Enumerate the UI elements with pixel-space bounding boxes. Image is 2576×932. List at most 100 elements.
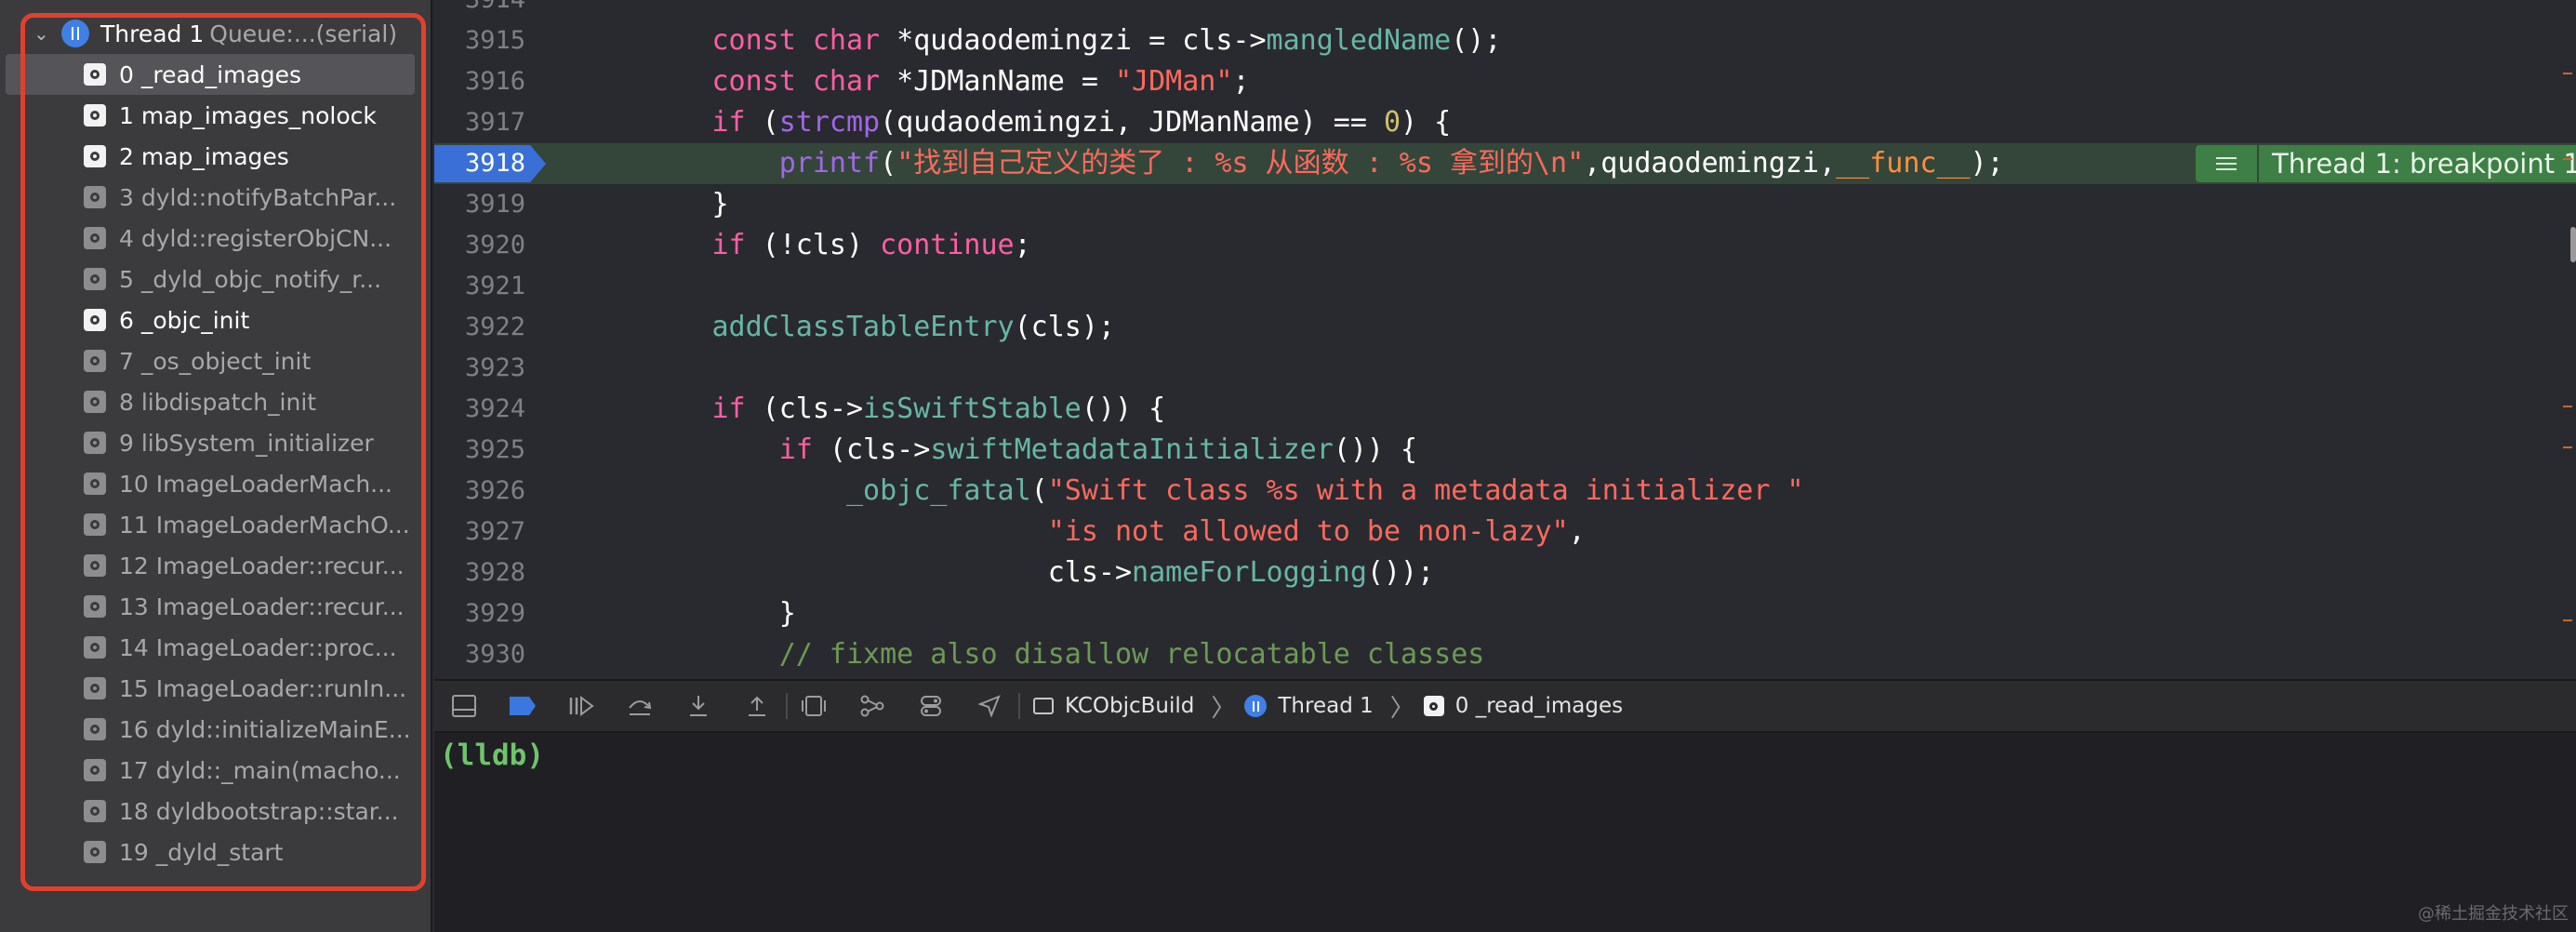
stack-frame-row[interactable]: 13 ImageLoader::recur... [0,586,417,627]
stack-frame-row[interactable]: 16 dyld::initializeMainE... [0,709,417,750]
code-line[interactable]: 3922 addClassTableEntry(cls); [434,307,2576,348]
change-marker [2563,158,2572,160]
source-editor[interactable]: 3914 3915 const char *qudaodemingzi = cl… [434,0,2576,679]
stack-frame-row[interactable]: 1 map_images_nolock [0,95,417,136]
thread-row[interactable]: ⌄ Thread 1 Queue:...(serial) [26,13,417,54]
breadcrumb-frame[interactable]: 0 _read_images [1423,694,1623,718]
stack-frame-row[interactable]: 19 _dyld_start [0,832,417,872]
breadcrumb-thread[interactable]: Thread 1 [1244,694,1374,718]
stack-frame-row[interactable]: 18 dyldbootstrap::star... [0,791,417,832]
step-out-icon[interactable] [744,693,770,719]
code-line[interactable]: 3923 [434,348,2576,389]
stack-frame-row[interactable]: 7 _os_object_init [0,340,417,381]
code-line[interactable]: 3929 } [434,593,2576,634]
code-token: char [812,65,881,98]
hide-debug-area-icon[interactable] [451,693,477,719]
breadcrumb-separator-icon: 〉 [1389,694,1414,723]
code-text: if (strcmp(qudaodemingzi, JDManName) == … [578,102,1452,143]
debug-navigator: ⌄ Thread 1 Queue:...(serial) 0 _read_ima… [0,0,432,932]
code-text: printf("找到自己定义的类了 : %s 从函数 : %s 拿到的\n",q… [578,143,2004,184]
stack-frame-label: 14 ImageLoader::proc... [119,633,397,661]
stack-frame-row[interactable]: 12 ImageLoader::recur... [0,545,417,586]
code-text: const char *qudaodemingzi = cls->mangled… [578,20,1502,61]
code-line[interactable]: 3917 if (strcmp(qudaodemingzi, JDManName… [434,102,2576,143]
stack-frame-row[interactable]: 9 libSystem_initializer [0,422,417,463]
stack-frame-row[interactable]: 6 _objc_init [0,300,417,340]
stack-frame-icon [84,473,106,495]
stack-frame-label: 12 ImageLoader::recur... [119,552,405,579]
code-line[interactable]: 3920 if (!cls) continue; [434,225,2576,266]
chevron-down-icon[interactable]: ⌄ [33,24,49,43]
stack-frame-row[interactable]: 3 dyld::notifyBatchPar... [0,177,417,218]
breakpoint-annotation: Thread 1: breakpoint 1... [2259,145,2576,182]
code-token: ) { [1401,106,1452,139]
stack-frame-label: 9 libSystem_initializer [119,429,374,457]
menu-lines-icon[interactable] [2196,145,2257,182]
view-hierarchy-icon[interactable] [801,693,827,719]
stack-frame-row[interactable]: 0 _read_images [6,54,415,95]
code-token: "JDMan" [1115,65,1233,98]
code-line[interactable]: 3928 cls->nameForLogging()); [434,553,2576,593]
code-token: ,qudaodemingzi, [1584,147,1837,180]
stack-frame-row[interactable]: 17 dyld::_main(macho... [0,750,417,791]
lldb-prompt: (lldb) [440,739,544,772]
code-token: (cls); [1014,311,1115,343]
code-text: _objc_fatal("Swift class %s with a metad… [578,471,1804,512]
code-text: if (cls->swiftMetadataInitializer()) { [578,430,1417,471]
memory-graph-icon[interactable] [859,693,885,719]
stack-frame-row[interactable]: 15 ImageLoader::runIn... [0,668,417,709]
breadcrumb-project[interactable]: KCObjcBuild [1033,694,1194,718]
lldb-console[interactable]: (lldb) @稀土掘金技术社区 [434,733,2576,932]
stack-frame-icon [84,350,106,372]
stack-frame-row[interactable]: 8 libdispatch_init [0,381,417,422]
breakpoints-toggle-icon[interactable] [510,693,536,719]
code-token: if [711,229,746,261]
stack-frame-icon [84,800,106,822]
code-line[interactable]: 3919 } [434,184,2576,225]
stack-frame-list: 0 _read_images 1 map_images_nolock 2 map_i… [0,54,428,872]
step-into-icon[interactable] [685,693,711,719]
stack-frame-icon [84,63,106,86]
stack-frame-icon [84,759,106,781]
stack-frame-row[interactable]: 2 map_images [0,136,417,177]
stack-frame-row[interactable]: 14 ImageLoader::proc... [0,627,417,668]
stack-frame-row[interactable]: 11 ImageLoaderMachO... [0,504,417,545]
breadcrumb-project-label: KCObjcBuild [1065,694,1195,718]
environment-overrides-icon[interactable] [918,693,944,719]
line-number: 3917 [464,108,525,137]
code-text: // fixme also disallow relocatable class… [578,634,1485,675]
code-line[interactable]: 3927 "is not allowed to be non-lazy", [434,512,2576,553]
code-token: ()) { [1333,433,1418,466]
line-number: 3916 [464,67,525,96]
code-token: (); [1451,24,1502,57]
code-line[interactable]: 3924 if (cls->isSwiftStable()) { [434,389,2576,430]
step-over-icon[interactable] [627,693,653,719]
stack-frame-row[interactable]: 4 dyld::registerObjCN... [0,218,417,259]
code-line[interactable]: 3930 // fixme also disallow relocatable … [434,634,2576,675]
stack-frame-label: 5 _dyld_objc_notify_r... [119,265,382,293]
stack-frame-row[interactable]: 5 _dyld_objc_notify_r... [0,259,417,300]
code-token: _objc_fatal [845,474,1031,507]
stack-frame-icon [1423,696,1444,716]
scrollbar[interactable] [2570,227,2576,262]
stack-frame-label: 17 dyld::_main(macho... [119,756,401,784]
code-token: nameForLogging [1132,556,1367,589]
code-token: ); [1970,147,2004,180]
breadcrumb-separator-icon: 〉 [1211,694,1236,723]
code-line[interactable]: 3926 _objc_fatal("Swift class %s with a … [434,471,2576,512]
current-code-line[interactable]: 3918 printf("找到自己定义的类了 : %s 从函数 : %s 拿到的… [434,143,2576,184]
code-token: // fixme also disallow relocatable class… [778,638,1485,671]
stack-frame-label: 1 map_images_nolock [119,101,377,129]
code-line[interactable]: 3921 [434,266,2576,307]
stack-frame-row[interactable]: 10 ImageLoaderMach... [0,463,417,504]
code-text: const char *JDManName = "JDMan"; [578,61,1250,102]
simulate-location-icon[interactable] [976,693,1003,719]
code-line[interactable]: 3925 if (cls->swiftMetadataInitializer()… [434,430,2576,471]
thread-name: Thread 1 [100,20,205,47]
continue-icon[interactable] [568,693,594,719]
code-text: cls->nameForLogging()); [578,553,1434,593]
code-line[interactable]: 3916 const char *JDManName = "JDMan"; [434,61,2576,102]
code-line[interactable]: 3915 const char *qudaodemingzi = cls->ma… [434,20,2576,61]
